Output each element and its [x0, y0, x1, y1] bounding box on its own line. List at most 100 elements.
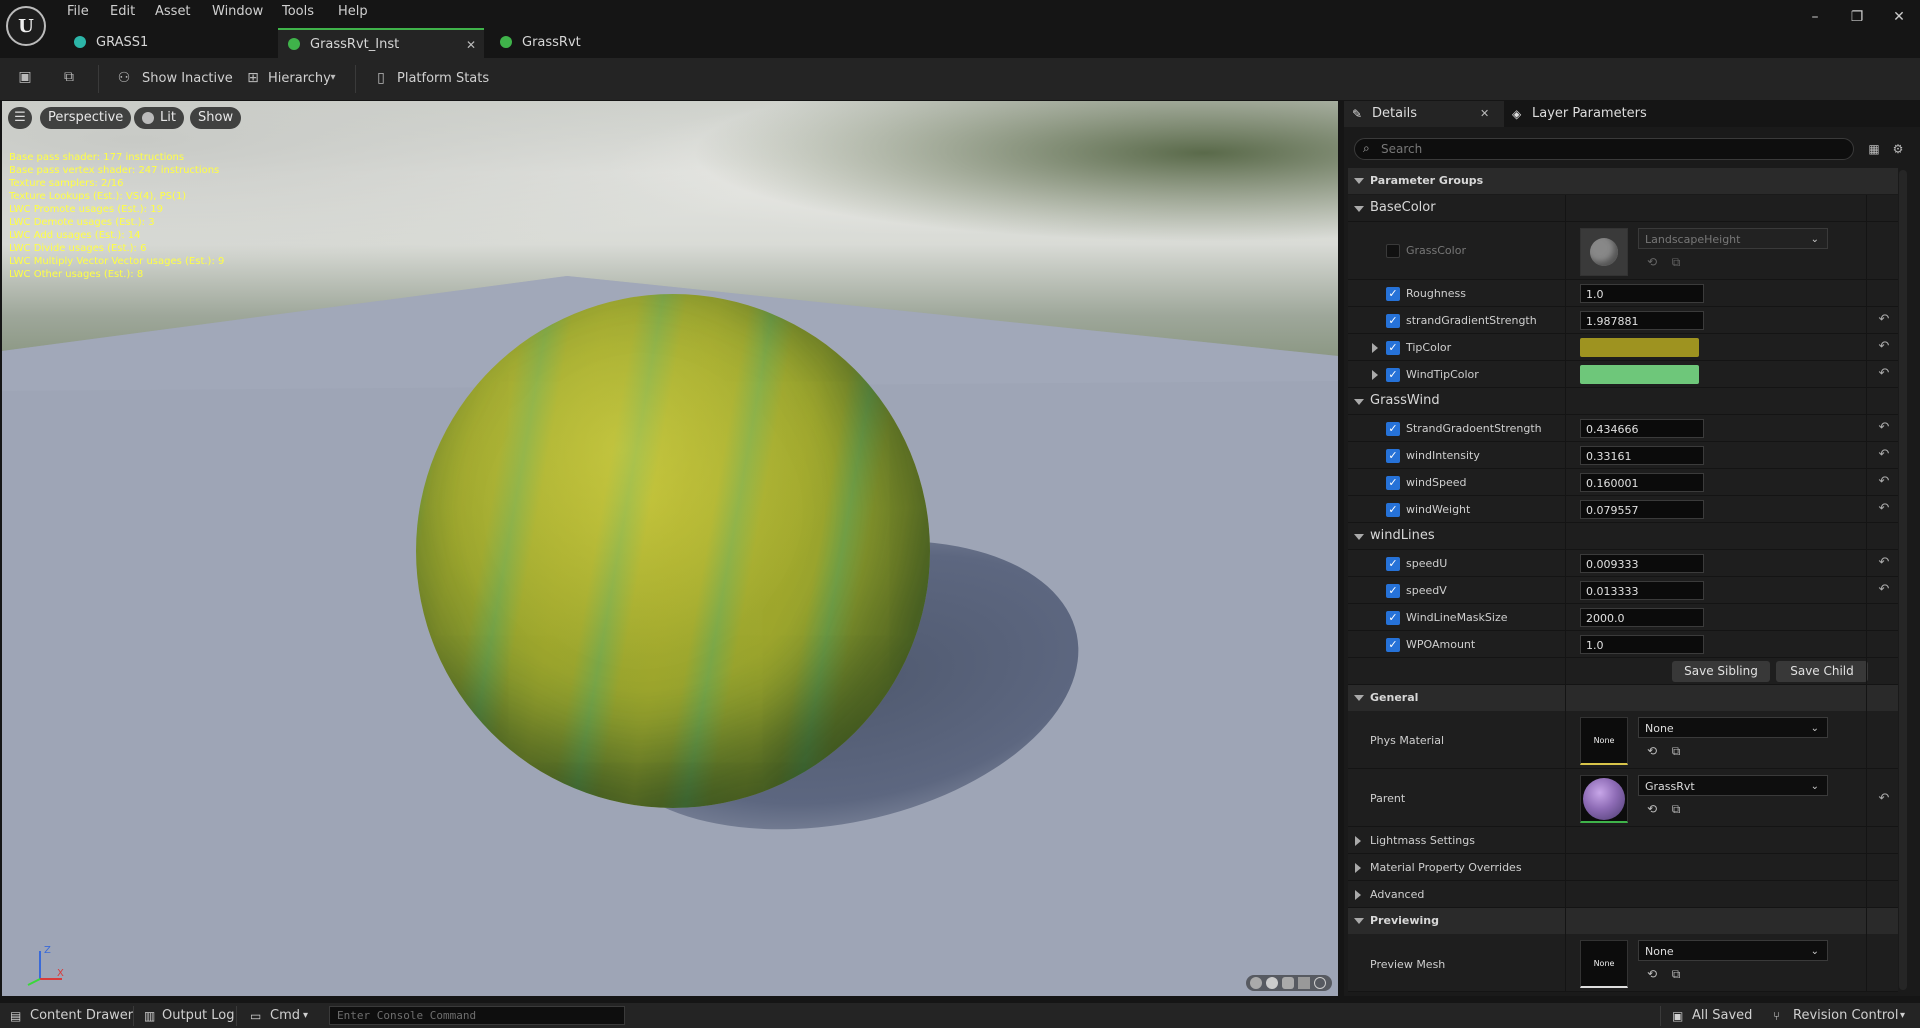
reset-to-default-icon[interactable]: ↶ [1876, 474, 1892, 490]
expand-arrow-icon[interactable] [1372, 343, 1378, 353]
collapse-arrow-icon[interactable] [1354, 695, 1364, 701]
close-tab-icon[interactable]: ✕ [466, 30, 476, 60]
collapse-arrow-icon[interactable] [1354, 399, 1364, 405]
phys-material-thumbnail[interactable]: None [1580, 717, 1628, 765]
wpo-amount-input[interactable]: 1.0 [1580, 635, 1704, 654]
restore-button[interactable]: ❐ [1842, 6, 1872, 28]
wind-weight-input[interactable]: 0.079557 [1580, 500, 1704, 519]
reset-to-default-icon[interactable]: ↶ [1876, 339, 1892, 355]
wpo-amount-checkbox[interactable]: ✓ [1386, 638, 1400, 652]
windline-masksize-input[interactable]: 2000.0 [1580, 608, 1704, 627]
close-tab-icon[interactable]: ✕ [1480, 101, 1489, 127]
material-preview-sphere[interactable] [416, 294, 930, 808]
expand-arrow-icon[interactable] [1372, 370, 1378, 380]
collapse-arrow-icon[interactable] [1354, 206, 1364, 212]
phys-material-dropdown[interactable]: None ⌄ [1638, 717, 1828, 738]
save-icon[interactable]: ▣ [17, 69, 33, 85]
wind-weight-checkbox[interactable]: ✓ [1386, 503, 1400, 517]
strand-gradoent-checkbox[interactable]: ✓ [1386, 422, 1400, 436]
parent-thumbnail[interactable] [1580, 775, 1628, 823]
platform-stats-button[interactable]: Platform Stats [397, 70, 489, 88]
windtipcolor-swatch[interactable] [1580, 365, 1699, 384]
wind-intensity-input[interactable]: 0.33161 [1580, 446, 1704, 465]
reset-to-default-icon[interactable]: ↶ [1876, 501, 1892, 517]
menu-file[interactable]: File [67, 2, 89, 22]
use-selected-icon[interactable]: ⟲ [1644, 743, 1660, 759]
reset-to-default-icon[interactable]: ↶ [1876, 555, 1892, 571]
chevron-down-icon[interactable]: ▾ [303, 1005, 308, 1027]
preview-mesh-thumbnail[interactable]: None [1580, 940, 1628, 988]
hierarchy-button[interactable]: Hierarchy [268, 70, 331, 88]
grasscolor-dropdown[interactable]: LandscapeHeight ⌄ [1638, 228, 1828, 249]
reset-to-default-icon[interactable]: ↶ [1876, 420, 1892, 436]
menu-help[interactable]: Help [338, 2, 368, 22]
show-button[interactable]: Show [190, 107, 242, 129]
output-log-button[interactable]: Output Log [162, 1005, 235, 1027]
speed-v-checkbox[interactable]: ✓ [1386, 584, 1400, 598]
revision-control-button[interactable]: Revision Control [1793, 1005, 1898, 1027]
sphere-icon[interactable] [1266, 977, 1278, 989]
settings-gear-icon[interactable]: ⚙ [1890, 141, 1906, 157]
wind-intensity-checkbox[interactable]: ✓ [1386, 449, 1400, 463]
cube-icon[interactable] [1298, 977, 1310, 989]
speed-u-checkbox[interactable]: ✓ [1386, 557, 1400, 571]
strand-gradoent-input[interactable]: 0.434666 [1580, 419, 1704, 438]
unreal-logo-icon[interactable]: U [6, 6, 46, 46]
close-window-button[interactable]: ✕ [1884, 6, 1914, 28]
chevron-down-icon[interactable]: ▾ [325, 70, 341, 86]
menu-tools[interactable]: Tools [282, 2, 314, 22]
search-input[interactable]: ⌕ Search [1354, 138, 1854, 160]
browse-icon[interactable]: ⧉ [1668, 743, 1684, 759]
menu-edit[interactable]: Edit [110, 2, 135, 22]
console-input[interactable]: Enter Console Command [329, 1006, 625, 1025]
roughness-checkbox[interactable]: ✓ [1386, 287, 1400, 301]
layer-parameters-tab[interactable]: Layer Parameters [1532, 101, 1647, 127]
tab-grassrvt[interactable]: GrassRvt [490, 28, 690, 58]
cylinder-icon[interactable] [1250, 977, 1262, 989]
column-divider[interactable] [1565, 195, 1566, 992]
tab-grassrvt-inst[interactable]: GrassRvt_Inst ✕ [278, 28, 484, 58]
roughness-input[interactable]: 1.0 [1580, 284, 1704, 303]
minimize-button[interactable]: – [1800, 6, 1830, 28]
content-drawer-button[interactable]: Content Drawer [30, 1005, 133, 1027]
collapse-arrow-icon[interactable] [1354, 178, 1364, 184]
expand-arrow-icon[interactable] [1355, 836, 1361, 846]
tab-grass1[interactable]: GRASS1 [64, 28, 274, 58]
browse-icon[interactable]: ⧉ [1668, 801, 1684, 817]
collapse-arrow-icon[interactable] [1354, 534, 1364, 540]
speed-v-input[interactable]: 0.013333 [1580, 581, 1704, 600]
reset-to-default-icon[interactable]: ↶ [1876, 582, 1892, 598]
reset-to-default-icon[interactable]: ↶ [1876, 447, 1892, 463]
collapse-arrow-icon[interactable] [1354, 918, 1364, 924]
tipcolor-checkbox[interactable]: ✓ [1386, 341, 1400, 355]
menu-asset[interactable]: Asset [155, 2, 191, 22]
plane-icon[interactable] [1282, 977, 1294, 989]
preview-mesh-dropdown[interactable]: None ⌄ [1638, 940, 1828, 961]
all-saved-button[interactable]: All Saved [1692, 1005, 1752, 1027]
advanced-row[interactable] [1348, 881, 1898, 908]
wind-speed-input[interactable]: 0.160001 [1580, 473, 1704, 492]
expand-arrow-icon[interactable] [1355, 863, 1361, 873]
show-inactive-button[interactable]: Show Inactive [142, 70, 233, 88]
strand-gradient-checkbox[interactable]: ✓ [1386, 314, 1400, 328]
reset-to-default-icon[interactable]: ↶ [1876, 791, 1892, 807]
use-selected-icon[interactable]: ⟲ [1644, 966, 1660, 982]
parent-dropdown[interactable]: GrassRvt ⌄ [1638, 775, 1828, 796]
details-scrollbar[interactable] [1899, 170, 1907, 990]
reset-to-default-icon[interactable]: ↶ [1876, 366, 1892, 382]
reset-to-default-icon[interactable]: ↶ [1876, 312, 1892, 328]
general-header[interactable] [1348, 685, 1898, 711]
cmd-button[interactable]: Cmd [270, 1005, 300, 1027]
lit-button[interactable]: Lit [134, 107, 184, 129]
expand-arrow-icon[interactable] [1355, 890, 1361, 900]
mesh-icon[interactable] [1314, 977, 1326, 989]
use-selected-icon[interactable]: ⟲ [1644, 254, 1660, 270]
windline-masksize-checkbox[interactable]: ✓ [1386, 611, 1400, 625]
preview-shape-selector[interactable] [1246, 975, 1332, 991]
chevron-down-icon[interactable]: ▾ [1900, 1005, 1905, 1027]
viewport-menu-icon[interactable]: ☰ [8, 107, 32, 129]
tipcolor-swatch[interactable] [1580, 338, 1699, 357]
strand-gradient-input[interactable]: 1.987881 [1580, 311, 1704, 330]
perspective-button[interactable]: Perspective [40, 107, 132, 129]
browse-icon[interactable]: ⧉ [1668, 254, 1684, 270]
